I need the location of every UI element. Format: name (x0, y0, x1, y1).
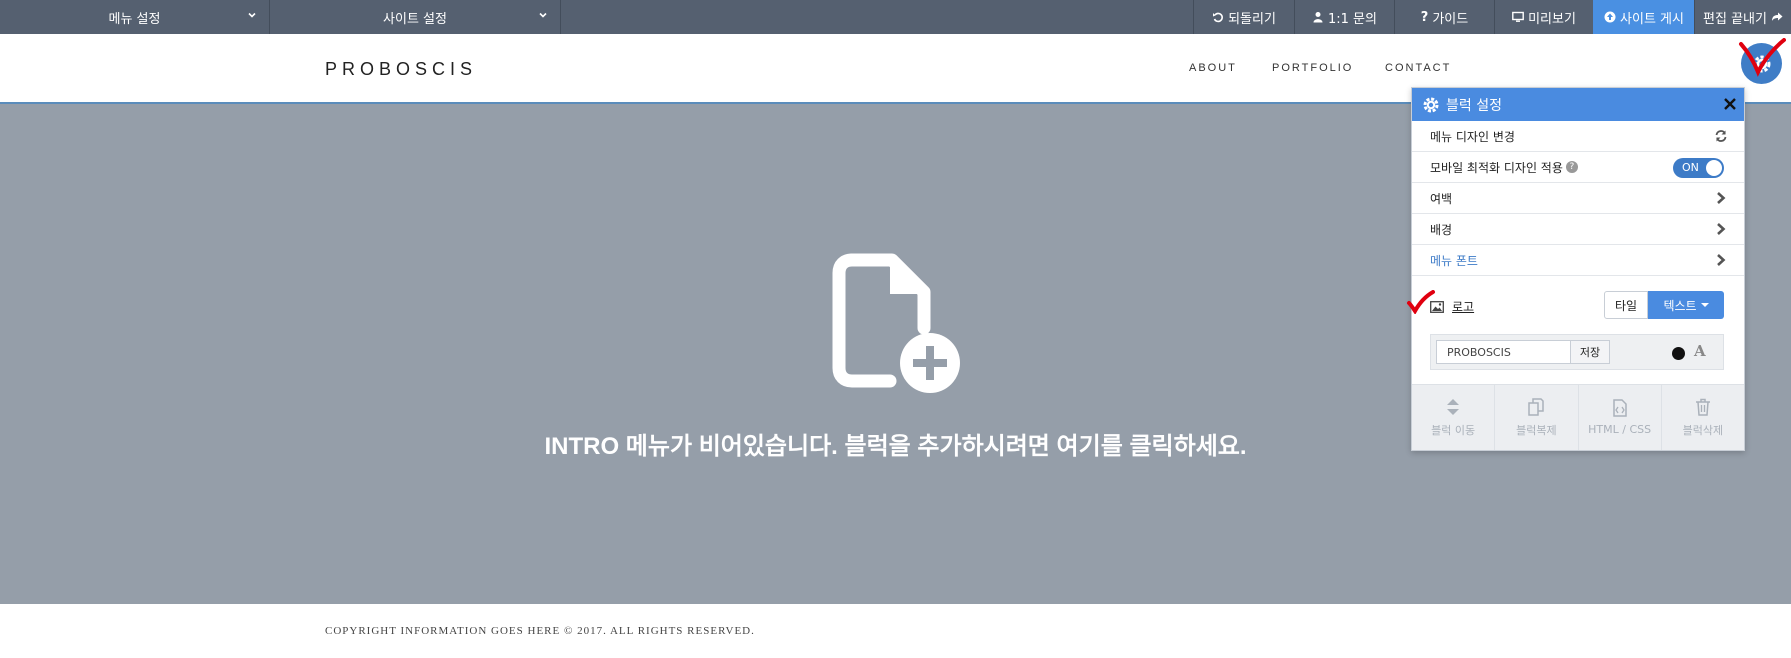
copy-block-button[interactable]: 블럭복제 (1495, 385, 1579, 450)
margin-label: 여백 (1430, 191, 1453, 206)
share-arrow-icon (1771, 12, 1783, 21)
gear-icon (1423, 97, 1439, 112)
copyright-text: COPYRIGHT INFORMATION GOES HERE © 2017. … (325, 625, 755, 637)
finish-editing-button[interactable]: 편집 끝내기 (1694, 0, 1791, 34)
copy-icon (1528, 397, 1545, 416)
logo-text-input[interactable] (1436, 340, 1571, 364)
publish-label: 사이트 게시 (1620, 11, 1684, 27)
panel-header: 블럭 설정 (1412, 88, 1744, 121)
panel-title: 블럭 설정 (1446, 97, 1502, 114)
nav-item-about[interactable]: ABOUT (1189, 62, 1237, 74)
menu-settings-dropdown[interactable]: 메뉴 설정 (0, 0, 270, 34)
margin-row[interactable]: 여백 (1412, 183, 1744, 214)
mobile-optimization-row: 모바일 최적화 디자인 적용 ? ON (1412, 152, 1744, 183)
block-settings-panel: 블럭 설정 메뉴 디자인 변경 모바일 최적화 디자인 적용 ? ON 여백 배… (1407, 87, 1745, 451)
site-settings-dropdown[interactable]: 사이트 설정 (270, 0, 561, 34)
refresh-icon (1715, 130, 1727, 142)
menu-font-label: 메뉴 폰트 (1430, 253, 1478, 268)
logo-type-toggle: 타일 텍스트 (1604, 291, 1724, 319)
finish-label: 편집 끝내기 (1703, 11, 1767, 27)
background-label: 배경 (1430, 222, 1453, 237)
logo-type-tile-button[interactable]: 타일 (1604, 291, 1648, 319)
site-settings-label: 사이트 설정 (383, 11, 447, 27)
site-footer: COPYRIGHT INFORMATION GOES HERE © 2017. … (0, 604, 1791, 658)
save-button[interactable]: 저장 (1570, 340, 1610, 364)
guide-button[interactable]: ? 가이드 (1394, 0, 1494, 34)
red-checkmark-annotation (1739, 38, 1786, 77)
menu-design-label: 메뉴 디자인 변경 (1430, 129, 1515, 144)
close-icon[interactable] (1722, 96, 1738, 112)
menu-settings-label: 메뉴 설정 (108, 11, 161, 27)
move-block-label: 블럭 이동 (1431, 423, 1476, 437)
menu-design-row[interactable]: 메뉴 디자인 변경 (1412, 121, 1744, 152)
undo-label: 되돌리기 (1228, 11, 1276, 27)
delete-block-label: 블럭삭제 (1682, 423, 1724, 437)
preview-button[interactable]: 미리보기 (1494, 0, 1593, 34)
undo-icon (1213, 12, 1224, 23)
logo-type-text-button[interactable]: 텍스트 (1648, 291, 1724, 319)
chevron-right-icon (1717, 192, 1726, 204)
undo-button[interactable]: 되돌리기 (1193, 0, 1294, 34)
mobile-optimization-toggle[interactable]: ON (1673, 158, 1724, 178)
chevron-right-icon (1717, 223, 1726, 235)
caret-down-icon (1700, 303, 1709, 307)
mobile-optimization-label: 모바일 최적화 디자인 적용 (1430, 160, 1563, 175)
background-row[interactable]: 배경 (1412, 214, 1744, 245)
image-icon (1430, 300, 1444, 313)
move-block-button[interactable]: 블럭 이동 (1412, 385, 1496, 450)
nav-item-portfolio[interactable]: PORTFOLIO (1272, 62, 1353, 74)
guide-label: 가이드 (1432, 11, 1469, 27)
help-icon[interactable]: ? (1565, 161, 1578, 173)
html-css-button[interactable]: HTML / CSS (1579, 385, 1662, 450)
inquiry-label: 1:1 문의 (1328, 11, 1377, 27)
font-style-icon[interactable]: A (1694, 342, 1706, 360)
logo-text-editor: 저장 A (1430, 334, 1724, 370)
panel-footer-actions: 블럭 이동 블럭복제 HTML / CSS 블럭삭제 (1412, 384, 1744, 450)
logo-label-text: 로고 (1452, 300, 1475, 314)
toggle-knob (1706, 160, 1722, 176)
move-updown-icon (1447, 398, 1460, 415)
upload-circle-icon (1604, 11, 1616, 23)
editor-toolbar: 메뉴 설정 사이트 설정 되돌리기 1:1 문의 ? 가이드 미리보기 사이트 … (0, 0, 1791, 34)
logo-label[interactable]: 로고 (1430, 298, 1474, 315)
copy-block-label: 블럭복제 (1516, 423, 1557, 437)
user-icon (1313, 12, 1323, 23)
code-file-icon (1612, 399, 1627, 417)
html-css-label: HTML / CSS (1588, 423, 1652, 436)
trash-icon (1695, 398, 1710, 416)
nav-item-contact[interactable]: CONTACT (1385, 62, 1451, 74)
chevron-down-icon (248, 12, 256, 18)
publish-button[interactable]: 사이트 게시 (1593, 0, 1694, 34)
toggle-state-label: ON (1682, 161, 1699, 174)
inquiry-button[interactable]: 1:1 문의 (1294, 0, 1394, 34)
add-file-icon (832, 253, 960, 393)
chevron-down-icon (539, 12, 547, 18)
color-picker-swatch[interactable] (1672, 347, 1685, 360)
preview-label: 미리보기 (1528, 11, 1576, 27)
site-logo[interactable]: PROBOSCIS (325, 59, 477, 80)
logo-settings-row: 로고 타일 텍스트 (1407, 276, 1744, 334)
chevron-right-icon (1717, 254, 1726, 266)
delete-block-button[interactable]: 블럭삭제 (1662, 385, 1744, 450)
monitor-icon (1512, 11, 1524, 22)
question-icon: ? (1420, 9, 1429, 25)
menu-font-row[interactable]: 메뉴 폰트 (1412, 245, 1744, 276)
logo-type-text-label: 텍스트 (1663, 298, 1697, 313)
